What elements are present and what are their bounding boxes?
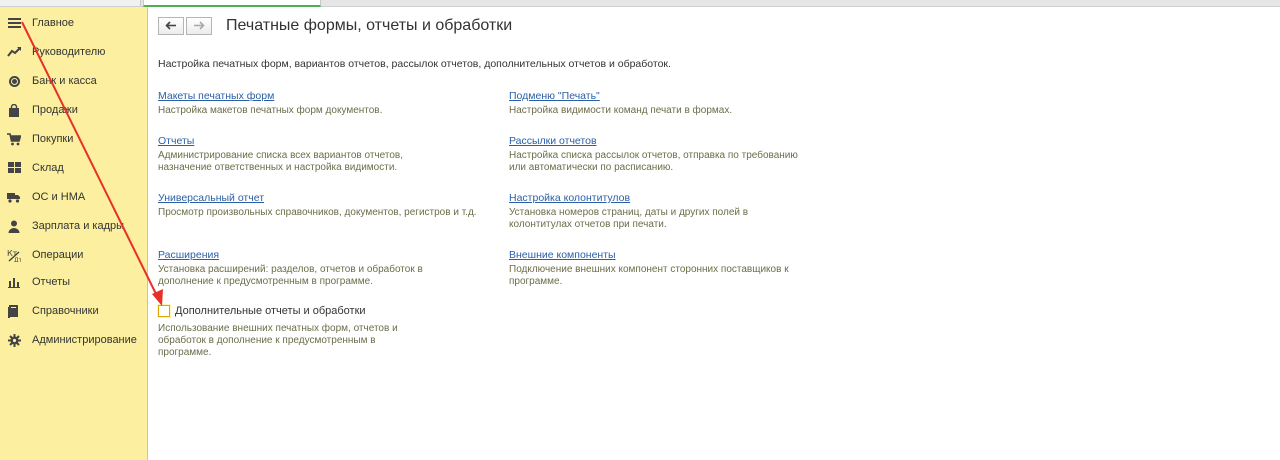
- description-line: Администрирование списка всех вариантов …: [158, 150, 403, 161]
- shopping-cart-icon: [7, 132, 21, 146]
- section-universal-report: Универсальный отчет Просмотр произвольны…: [158, 192, 538, 219]
- arrow-left-icon: [165, 17, 177, 35]
- description-line: программе.: [509, 276, 563, 287]
- section-extensions: Расширения Установка расширений: раздело…: [158, 249, 518, 288]
- description-line: колонтитулах отчетов при печати.: [509, 219, 667, 230]
- sidebar-item-reports[interactable]: Отчеты: [0, 269, 147, 295]
- main-content: Печатные формы, отчеты и обработки Настр…: [148, 7, 1280, 460]
- section-description: Установка расширений: разделов, отчетов …: [158, 264, 518, 288]
- sidebar-item-administration[interactable]: Администрирование: [0, 327, 147, 353]
- trend-chart-icon: [7, 45, 21, 59]
- section-description: Подключение внешних компонент сторонних …: [509, 264, 869, 288]
- sidebar-item-label: Справочники: [32, 305, 99, 317]
- section-description: Настройка видимости команд печати в форм…: [509, 105, 869, 117]
- sections-sidebar: Главное Руководителю Банк и касса Продаж…: [0, 7, 148, 460]
- forward-button[interactable]: [186, 17, 212, 35]
- section-description: Просмотр произвольных справочников, доку…: [158, 207, 538, 219]
- description-line: или автоматически по расписанию.: [509, 162, 674, 173]
- sidebar-item-label: Покупки: [32, 133, 74, 145]
- reports-link[interactable]: Отчеты: [158, 135, 518, 147]
- operations-icon: Кт Дт: [7, 248, 21, 262]
- section-report-mailings: Рассылки отчетов Настройка списка рассыл…: [509, 135, 869, 174]
- person-icon: [7, 219, 21, 233]
- shopping-bag-icon: [7, 103, 21, 117]
- external-components-link[interactable]: Внешние компоненты: [509, 249, 869, 261]
- hamburger-menu-icon: [7, 16, 21, 30]
- description-line: Настройка списка рассылок отчетов, отпра…: [509, 150, 798, 161]
- sidebar-item-main[interactable]: Главное: [0, 10, 147, 36]
- section-print-submenu: Подменю "Печать" Настройка видимости ком…: [509, 90, 869, 117]
- back-button[interactable]: [158, 17, 184, 35]
- truck-icon: [7, 190, 21, 204]
- warehouse-grid-icon: [7, 161, 21, 175]
- sidebar-item-label: Банк и касса: [32, 75, 97, 87]
- sidebar-item-purchases[interactable]: Покупки: [0, 126, 147, 152]
- sidebar-item-label: Операции: [32, 249, 84, 261]
- page-intro-text: Настройка печатных форм, вариантов отчет…: [158, 58, 671, 70]
- print-form-templates-link[interactable]: Макеты печатных форм: [158, 90, 518, 102]
- description-line: назначение ответственных и настройка вид…: [158, 162, 398, 173]
- print-submenu-link[interactable]: Подменю "Печать": [509, 90, 869, 102]
- sidebar-item-sales[interactable]: Продажи: [0, 97, 147, 123]
- arrow-right-icon: [193, 17, 205, 35]
- sidebar-item-label: Главное: [32, 17, 75, 29]
- additional-reports-description: Использование внешних печатных форм, отч…: [158, 323, 428, 359]
- history-navigation: [158, 17, 214, 37]
- description-line: Установка расширений: разделов, отчетов …: [158, 264, 423, 275]
- window-tab-start[interactable]: [0, 0, 141, 6]
- description-line: Просмотр произвольных справочников, доку…: [158, 207, 477, 218]
- sidebar-item-assets[interactable]: ОС и НМА: [0, 184, 147, 210]
- section-description: Настройка макетов печатных форм документ…: [158, 105, 518, 117]
- description-line: Установка номеров страниц, даты и других…: [509, 207, 749, 218]
- window-tab-active[interactable]: [143, 0, 321, 7]
- sidebar-item-references[interactable]: Справочники: [0, 298, 147, 324]
- section-print-form-templates: Макеты печатных форм Настройка макетов п…: [158, 90, 518, 117]
- headers-footers-link[interactable]: Настройка колонтитулов: [509, 192, 869, 204]
- description-line: Настройка макетов печатных форм документ…: [158, 105, 383, 116]
- sidebar-item-warehouse[interactable]: Склад: [0, 155, 147, 181]
- page-title: Печатные формы, отчеты и обработки: [226, 17, 513, 34]
- svg-text:Дт: Дт: [14, 257, 21, 262]
- sidebar-item-salary[interactable]: Зарплата и кадры: [0, 213, 147, 239]
- section-description: Настройка списка рассылок отчетов, отпра…: [509, 150, 869, 174]
- sidebar-item-label: Отчеты: [32, 276, 71, 288]
- sidebar-item-label: Администрирование: [32, 334, 137, 346]
- report-mailings-link[interactable]: Рассылки отчетов: [509, 135, 869, 147]
- description-line: Использование внешних печатных форм, отч…: [158, 323, 398, 334]
- description-line: Подключение внешних компонент сторонних …: [509, 264, 789, 275]
- description-line: дополнение к предусмотренным в программе…: [158, 276, 374, 287]
- description-line: программе.: [158, 347, 212, 358]
- window-tab-strip: [0, 0, 1280, 7]
- sidebar-item-label: Склад: [32, 162, 64, 174]
- gear-icon: [7, 333, 21, 347]
- universal-report-link[interactable]: Универсальный отчет: [158, 192, 538, 204]
- sidebar-item-manager[interactable]: Руководителю: [0, 39, 147, 65]
- book-icon: [7, 304, 21, 318]
- coins-icon: [7, 74, 21, 88]
- sidebar-item-bank[interactable]: Банк и касса: [0, 68, 147, 94]
- bar-chart-icon: [7, 275, 21, 289]
- sidebar-item-label: ОС и НМА: [32, 191, 86, 203]
- sidebar-item-label: Зарплата и кадры: [32, 220, 125, 232]
- section-description: Администрирование списка всех вариантов …: [158, 150, 518, 174]
- sidebar-item-operations[interactable]: Кт Дт Операции: [0, 242, 147, 268]
- section-external-components: Внешние компоненты Подключение внешних к…: [509, 249, 869, 288]
- section-headers-footers: Настройка колонтитулов Установка номеров…: [509, 192, 869, 231]
- sidebar-item-label: Продажи: [32, 104, 78, 116]
- extensions-link[interactable]: Расширения: [158, 249, 518, 261]
- additional-reports-checkbox[interactable]: [158, 305, 170, 317]
- section-description: Установка номеров страниц, даты и других…: [509, 207, 869, 231]
- description-line: Настройка видимости команд печати в форм…: [509, 105, 733, 116]
- section-reports: Отчеты Администрирование списка всех вар…: [158, 135, 518, 174]
- sidebar-item-label: Руководителю: [32, 46, 106, 58]
- additional-reports-option: Дополнительные отчеты и обработки: [158, 305, 366, 317]
- additional-reports-checkbox-label[interactable]: Дополнительные отчеты и обработки: [175, 305, 366, 317]
- description-line: обработок в дополнение к предусмотренным…: [158, 335, 376, 346]
